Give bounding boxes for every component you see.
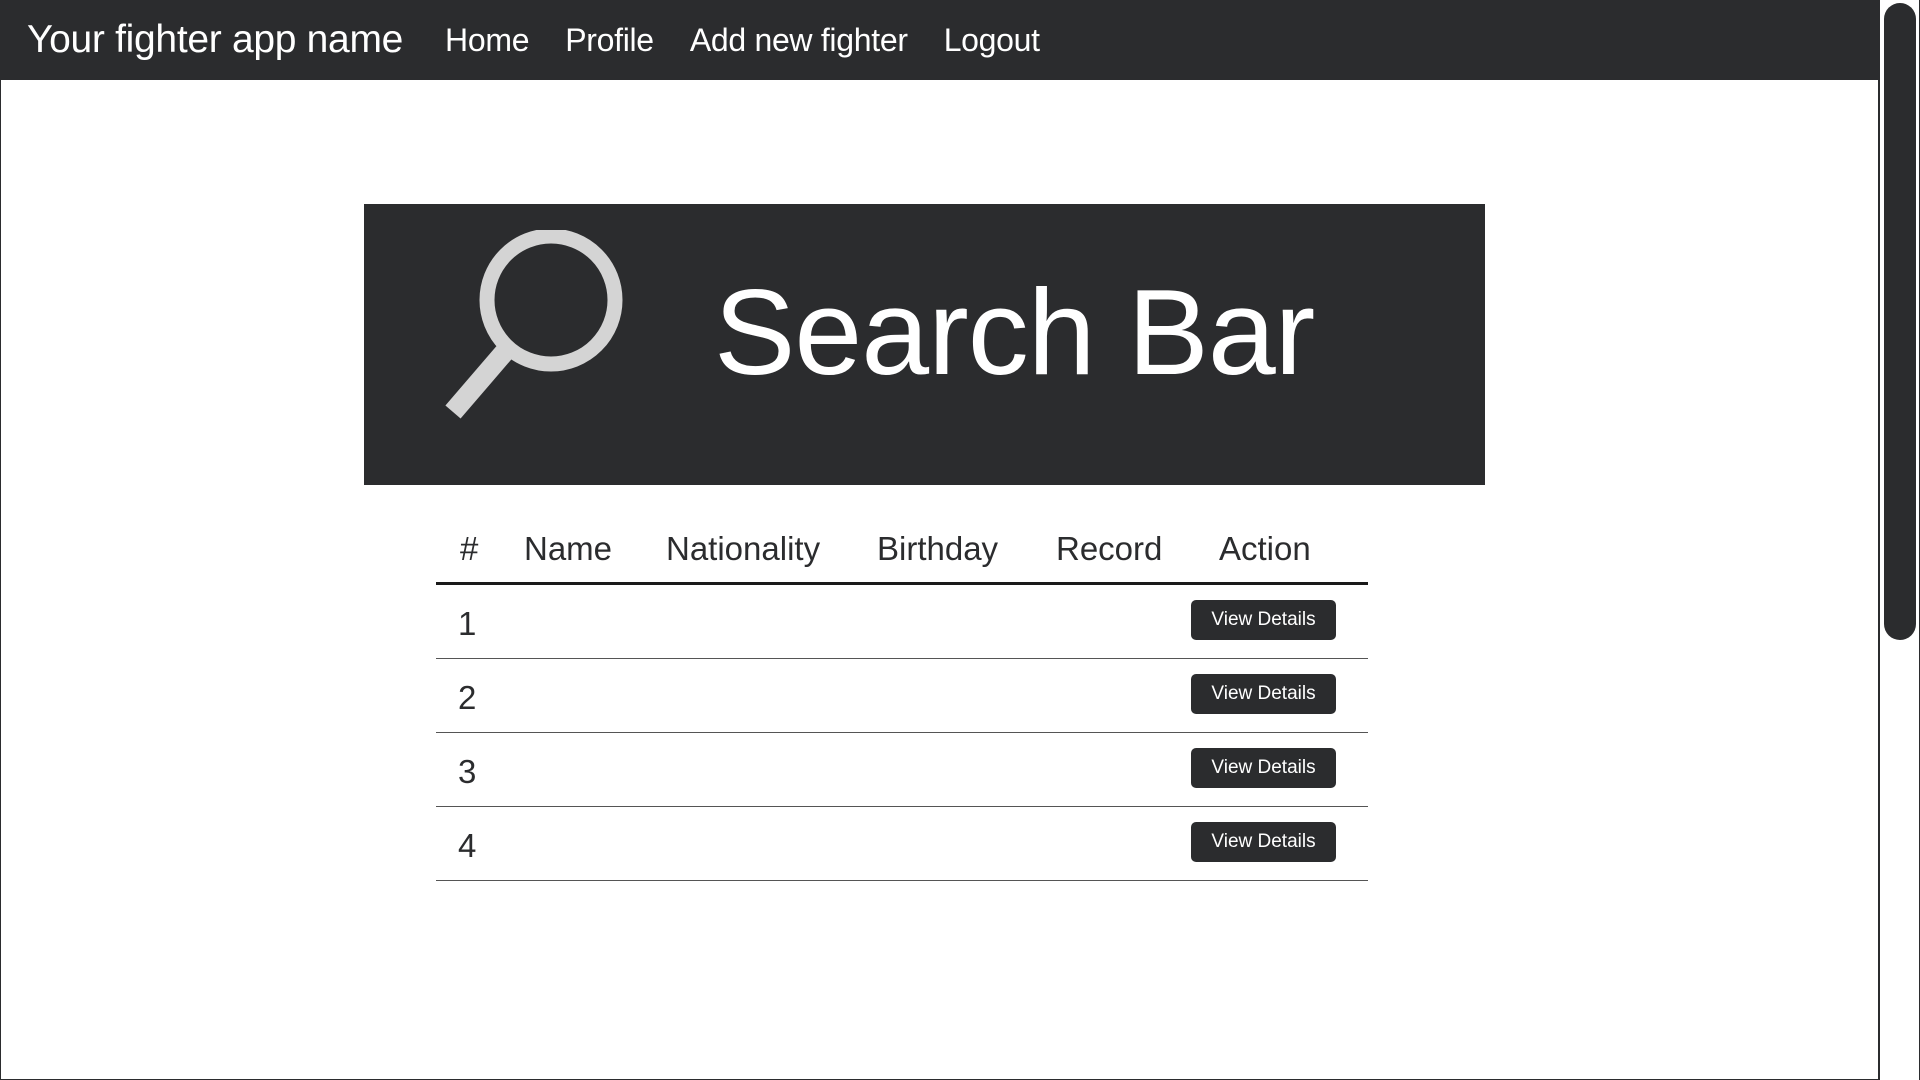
column-header-birthday: Birthday (877, 530, 999, 567)
nav-link-home[interactable]: Home (445, 22, 529, 59)
table-header: # Name Nationality Birthday Record Actio… (436, 520, 1368, 585)
column-header-name: Name (524, 530, 613, 567)
view-details-button[interactable]: View Details (1191, 748, 1336, 788)
nav-link-profile[interactable]: Profile (565, 22, 654, 59)
column-header-nationality: Nationality (666, 530, 821, 567)
row-number: 3 (458, 753, 477, 790)
view-details-button[interactable]: View Details (1191, 600, 1336, 640)
nav-link-add-new-fighter[interactable]: Add new fighter (690, 22, 908, 59)
table-row: 3 View Details (436, 733, 1368, 807)
top-navbar: Your fighter app name Home Profile Add n… (0, 0, 1878, 80)
table-row: 2 View Details (436, 659, 1368, 733)
table-row: 4 View Details (436, 807, 1368, 881)
view-details-button[interactable]: View Details (1191, 822, 1336, 862)
column-header-record: Record (1056, 530, 1163, 567)
column-header-action: Action (1219, 530, 1311, 567)
scrollbar-thumb[interactable] (1884, 3, 1916, 640)
fighters-table: # Name Nationality Birthday Record Actio… (436, 520, 1368, 881)
view-details-button[interactable]: View Details (1191, 674, 1336, 714)
table-row: 1 View Details (436, 585, 1368, 659)
row-number: 2 (458, 679, 477, 716)
search-bar-label: Search Bar (714, 264, 1315, 400)
nav-link-logout[interactable]: Logout (944, 22, 1040, 59)
row-number: 4 (458, 827, 477, 864)
search-icon (445, 230, 623, 419)
column-header-number: # (460, 530, 479, 567)
row-number: 1 (458, 605, 477, 642)
app-brand[interactable]: Your fighter app name (27, 18, 403, 62)
